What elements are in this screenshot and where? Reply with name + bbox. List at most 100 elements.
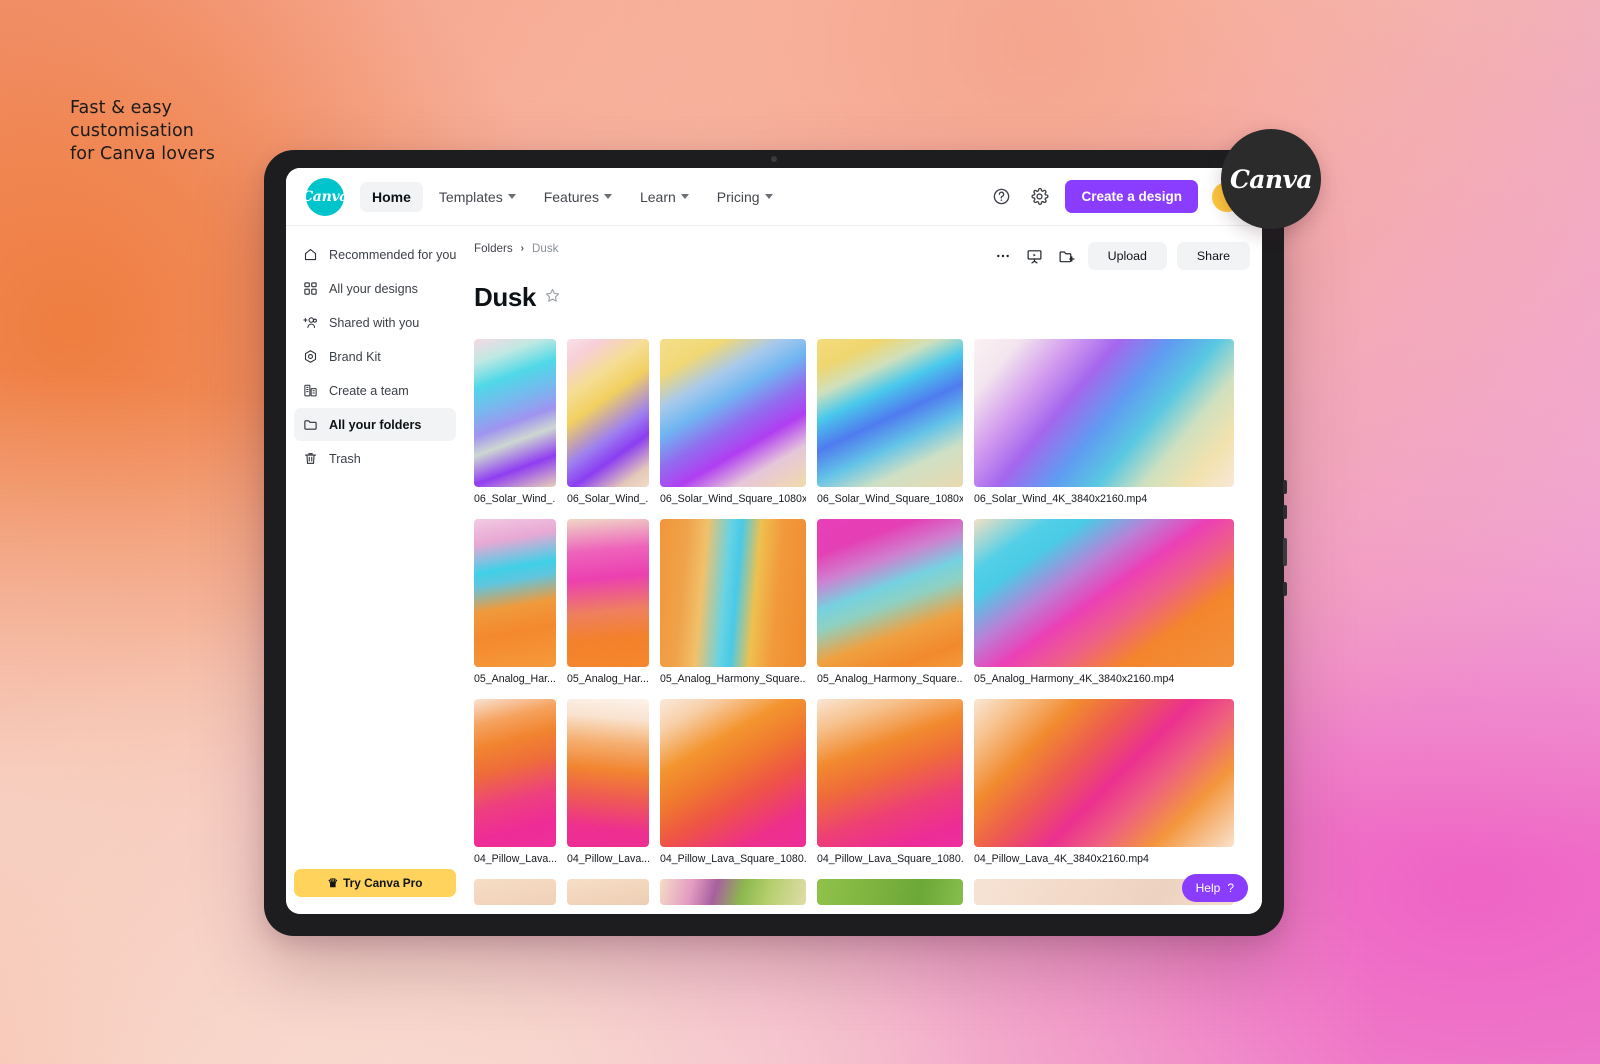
chevron-down-icon <box>603 194 612 199</box>
upload-button[interactable]: Upload <box>1087 242 1167 270</box>
canva-logo[interactable]: Canva <box>302 177 348 216</box>
sidebar-item-trash[interactable]: Trash <box>294 442 456 475</box>
app-body: Recommended for you All your designs Sha… <box>286 226 1262 914</box>
sidebar-item-label: All your folders <box>329 417 422 432</box>
file-label: 06_Solar_Wind_Square_1080x... <box>817 493 963 505</box>
file-thumbnail[interactable] <box>567 339 649 487</box>
file-label: 06_Solar_Wind_... <box>567 493 649 505</box>
file-thumbnail[interactable] <box>817 519 963 667</box>
presentation-icon[interactable] <box>1024 245 1046 267</box>
file-card[interactable]: 06_Solar_Wind_Square_1080x... <box>817 339 963 505</box>
brand-hex-icon <box>302 349 318 365</box>
main-content: Folders › Dusk Upload Share Dusk 06_Sola… <box>464 226 1262 914</box>
gear-icon[interactable] <box>1027 185 1051 209</box>
file-thumbnail[interactable] <box>474 879 556 905</box>
file-thumbnail[interactable] <box>974 699 1234 847</box>
file-card[interactable] <box>474 879 556 905</box>
file-thumbnail[interactable] <box>474 699 556 847</box>
file-thumbnail[interactable] <box>474 339 556 487</box>
file-card[interactable]: 05_Analog_Harmony_4K_3840x2160.mp4 <box>974 519 1234 685</box>
app-header: Canva Home Templates Features Learn Pric… <box>286 168 1262 226</box>
file-card[interactable]: 04_Pillow_Lava... <box>474 699 556 865</box>
file-thumbnail[interactable] <box>817 879 963 905</box>
folder-plus-icon[interactable] <box>1056 245 1078 267</box>
file-thumbnail[interactable] <box>474 519 556 667</box>
help-button[interactable]: Help ? <box>1181 874 1248 902</box>
file-card[interactable]: 06_Solar_Wind_... <box>567 339 649 505</box>
nav-item-templates[interactable]: Templates <box>427 182 528 212</box>
file-thumbnail[interactable] <box>817 699 963 847</box>
file-thumbnail[interactable] <box>567 519 649 667</box>
nav-item-features[interactable]: Features <box>532 182 624 212</box>
file-thumbnail[interactable] <box>567 699 649 847</box>
file-card[interactable] <box>567 879 649 905</box>
file-card[interactable]: 04_Pillow_Lava_Square_1080... <box>817 699 963 865</box>
sidebar-item-all-your-folders[interactable]: All your folders <box>294 408 456 441</box>
file-thumbnail[interactable] <box>567 879 649 905</box>
file-label: 06_Solar_Wind_... <box>474 493 556 505</box>
folder-icon <box>302 417 318 433</box>
nav-item-home-label: Home <box>372 188 411 205</box>
sidebar-item-brand-kit[interactable]: Brand Kit <box>294 340 456 373</box>
file-thumbnail[interactable] <box>660 699 806 847</box>
file-card[interactable]: 06_Solar_Wind_Square_1080x... <box>660 339 806 505</box>
file-thumbnail[interactable] <box>974 339 1234 487</box>
page-title: Dusk <box>474 282 536 312</box>
file-grid-row <box>474 879 1250 905</box>
file-thumbnail[interactable] <box>660 339 806 487</box>
nav-item-home[interactable]: Home <box>360 181 423 212</box>
file-label: 04_Pillow_Lava_Square_1080... <box>817 853 963 865</box>
canva-logo-text: Canva <box>301 188 349 205</box>
breadcrumb-current: Dusk <box>532 242 559 255</box>
nav-item-learn[interactable]: Learn <box>628 182 701 212</box>
breadcrumb-toolbar-row: Folders › Dusk Upload Share <box>474 226 1250 270</box>
file-card[interactable]: 04_Pillow_Lava_Square_1080... <box>660 699 806 865</box>
file-card[interactable]: 04_Pillow_Lava... <box>567 699 649 865</box>
file-card[interactable]: 05_Analog_Harmony_Square... <box>817 519 963 685</box>
file-card[interactable]: 05_Analog_Har... <box>567 519 649 685</box>
file-card[interactable] <box>660 879 806 905</box>
sidebar-item-all-your-designs[interactable]: All your designs <box>294 272 456 305</box>
sidebar-item-label: All your designs <box>329 281 418 296</box>
folder-title-row: Dusk <box>474 282 1250 313</box>
sidebar-item-create-a-team[interactable]: Create a team <box>294 374 456 407</box>
file-card[interactable] <box>817 879 963 905</box>
file-thumbnail[interactable] <box>660 519 806 667</box>
file-card[interactable]: 05_Analog_Harmony_Square... <box>660 519 806 685</box>
file-card[interactable]: 06_Solar_Wind_... <box>474 339 556 505</box>
sidebar-item-label: Brand Kit <box>329 349 381 364</box>
canva-badge: Canva <box>1221 129 1321 229</box>
sidebar-item-label: Create a team <box>329 383 409 398</box>
star-outline-icon[interactable] <box>544 287 561 309</box>
nav-item-templates-label: Templates <box>438 188 503 205</box>
create-a-design-button[interactable]: Create a design <box>1065 180 1198 213</box>
help-button-label: Help <box>1195 881 1221 895</box>
canva-badge-label: Canva <box>1230 164 1313 194</box>
device-button-4 <box>1283 582 1287 596</box>
nav-item-pricing[interactable]: Pricing <box>705 182 785 212</box>
file-card[interactable]: 04_Pillow_Lava_4K_3840x2160.mp4 <box>974 699 1234 865</box>
file-grid-row: 05_Analog_Har... 05_Analog_Har... 05_Analo… <box>474 519 1250 685</box>
file-label: 06_Solar_Wind_Square_1080x... <box>660 493 806 505</box>
file-thumbnail[interactable] <box>660 879 806 905</box>
file-thumbnail[interactable] <box>974 519 1234 667</box>
file-grid-row: 06_Solar_Wind_... 06_Solar_Wind_... 06_Sol… <box>474 339 1250 505</box>
share-button[interactable]: Share <box>1176 242 1250 270</box>
file-card[interactable]: 05_Analog_Har... <box>474 519 556 685</box>
try-canva-pro-label: Try Canva Pro <box>343 876 423 890</box>
try-canva-pro-button[interactable]: ♛ Try Canva Pro <box>294 869 456 897</box>
sidebar-item-shared-with-you[interactable]: Shared with you <box>294 306 456 339</box>
ellipsis-icon[interactable] <box>992 245 1014 267</box>
crown-icon: ♛ <box>327 876 339 890</box>
file-label: 04_Pillow_Lava... <box>567 853 649 865</box>
device-camera <box>771 156 777 162</box>
nav-item-learn-label: Learn <box>639 188 676 205</box>
sidebar-item-recommended-for-you[interactable]: Recommended for you <box>294 238 456 271</box>
file-thumbnail[interactable] <box>817 339 963 487</box>
breadcrumb-root[interactable]: Folders <box>474 242 513 255</box>
device-screen: Canva Home Templates Features Learn Pric… <box>286 168 1262 914</box>
file-card[interactable]: 06_Solar_Wind_4K_3840x2160.mp4 <box>974 339 1234 505</box>
question-circle-icon[interactable] <box>989 185 1013 209</box>
trash-icon <box>302 451 318 467</box>
chevron-down-icon <box>680 194 689 199</box>
